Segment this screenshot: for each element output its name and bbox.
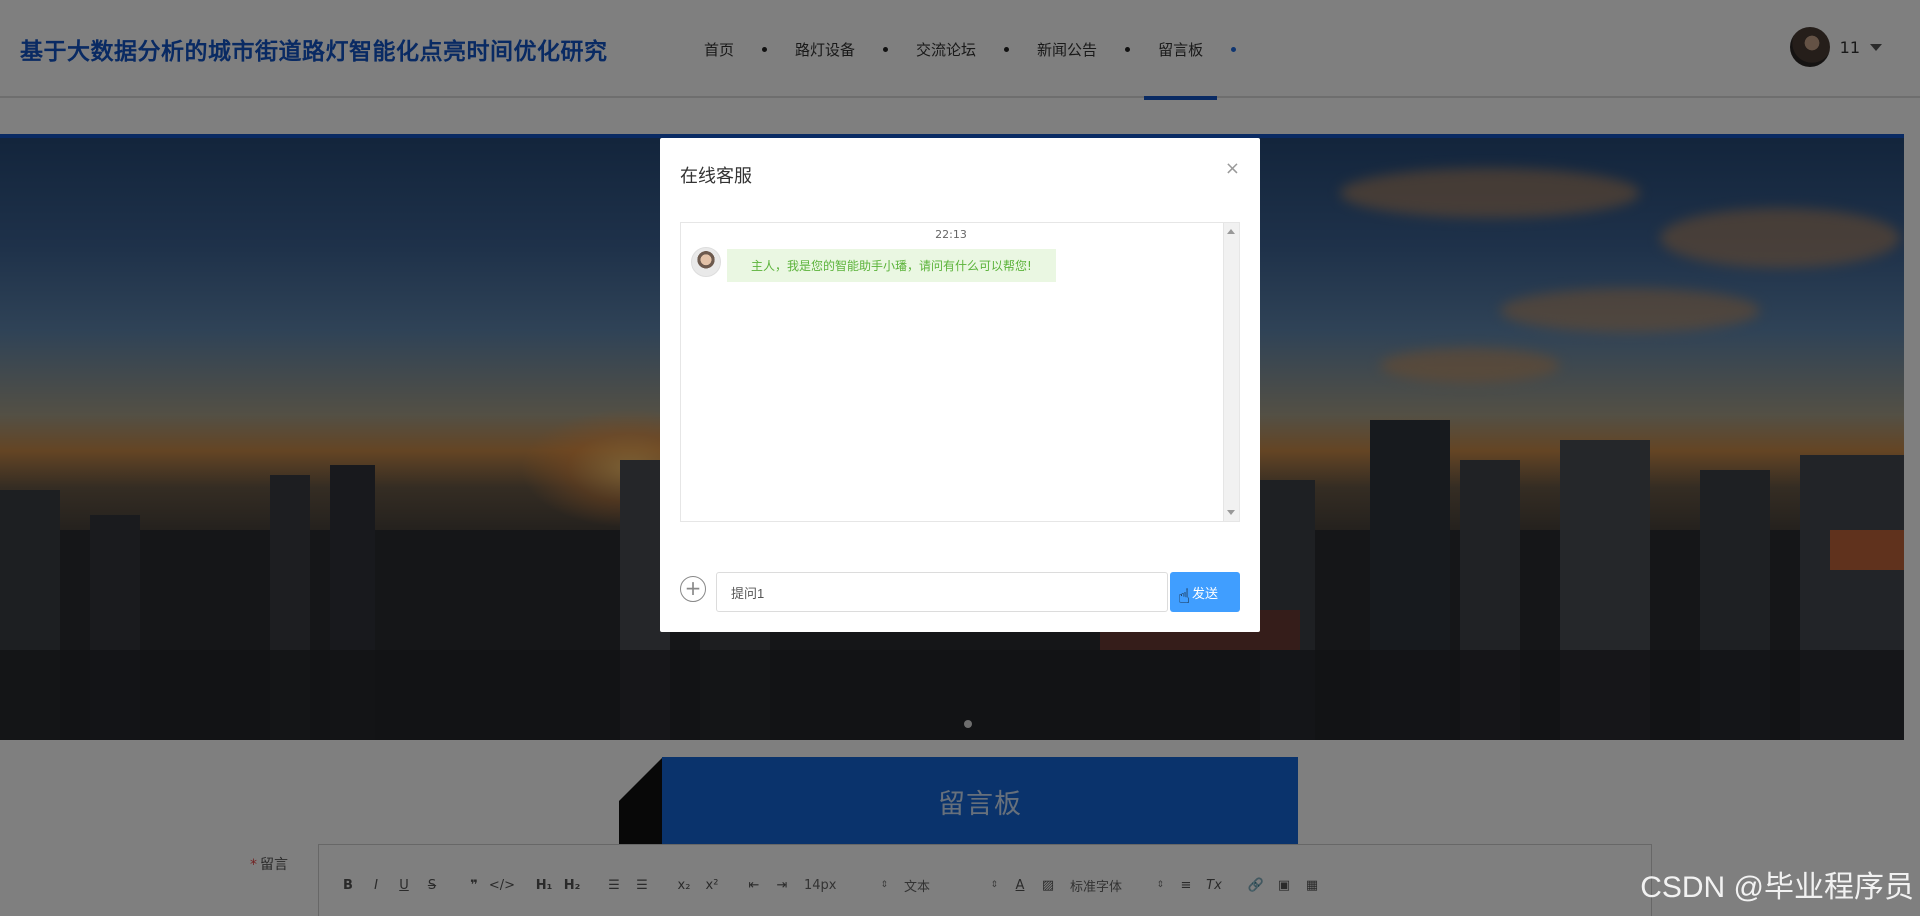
chat-message-input[interactable]: [716, 572, 1168, 612]
dialog-title: 在线客服: [680, 166, 752, 187]
watermark: CSDN @毕业程序员: [1640, 871, 1914, 904]
chat-scrollbar[interactable]: [1223, 223, 1239, 521]
customer-service-dialog: 在线客服 × 22:13 主人，我是您的智能助手小璠，请问有什么可以帮您! + …: [660, 138, 1260, 632]
hand-cursor-icon: ☝: [1178, 584, 1191, 608]
message-timestamp: 22:13: [935, 228, 967, 241]
scroll-up-icon[interactable]: [1227, 229, 1235, 234]
assistant-message: 主人，我是您的智能助手小璠，请问有什么可以帮您!: [727, 249, 1056, 282]
add-attachment-icon[interactable]: +: [680, 576, 706, 602]
chat-history[interactable]: 22:13 主人，我是您的智能助手小璠，请问有什么可以帮您!: [680, 222, 1240, 522]
close-icon[interactable]: ×: [1225, 158, 1240, 179]
scroll-down-icon[interactable]: [1227, 510, 1235, 515]
assistant-avatar: [691, 247, 721, 277]
